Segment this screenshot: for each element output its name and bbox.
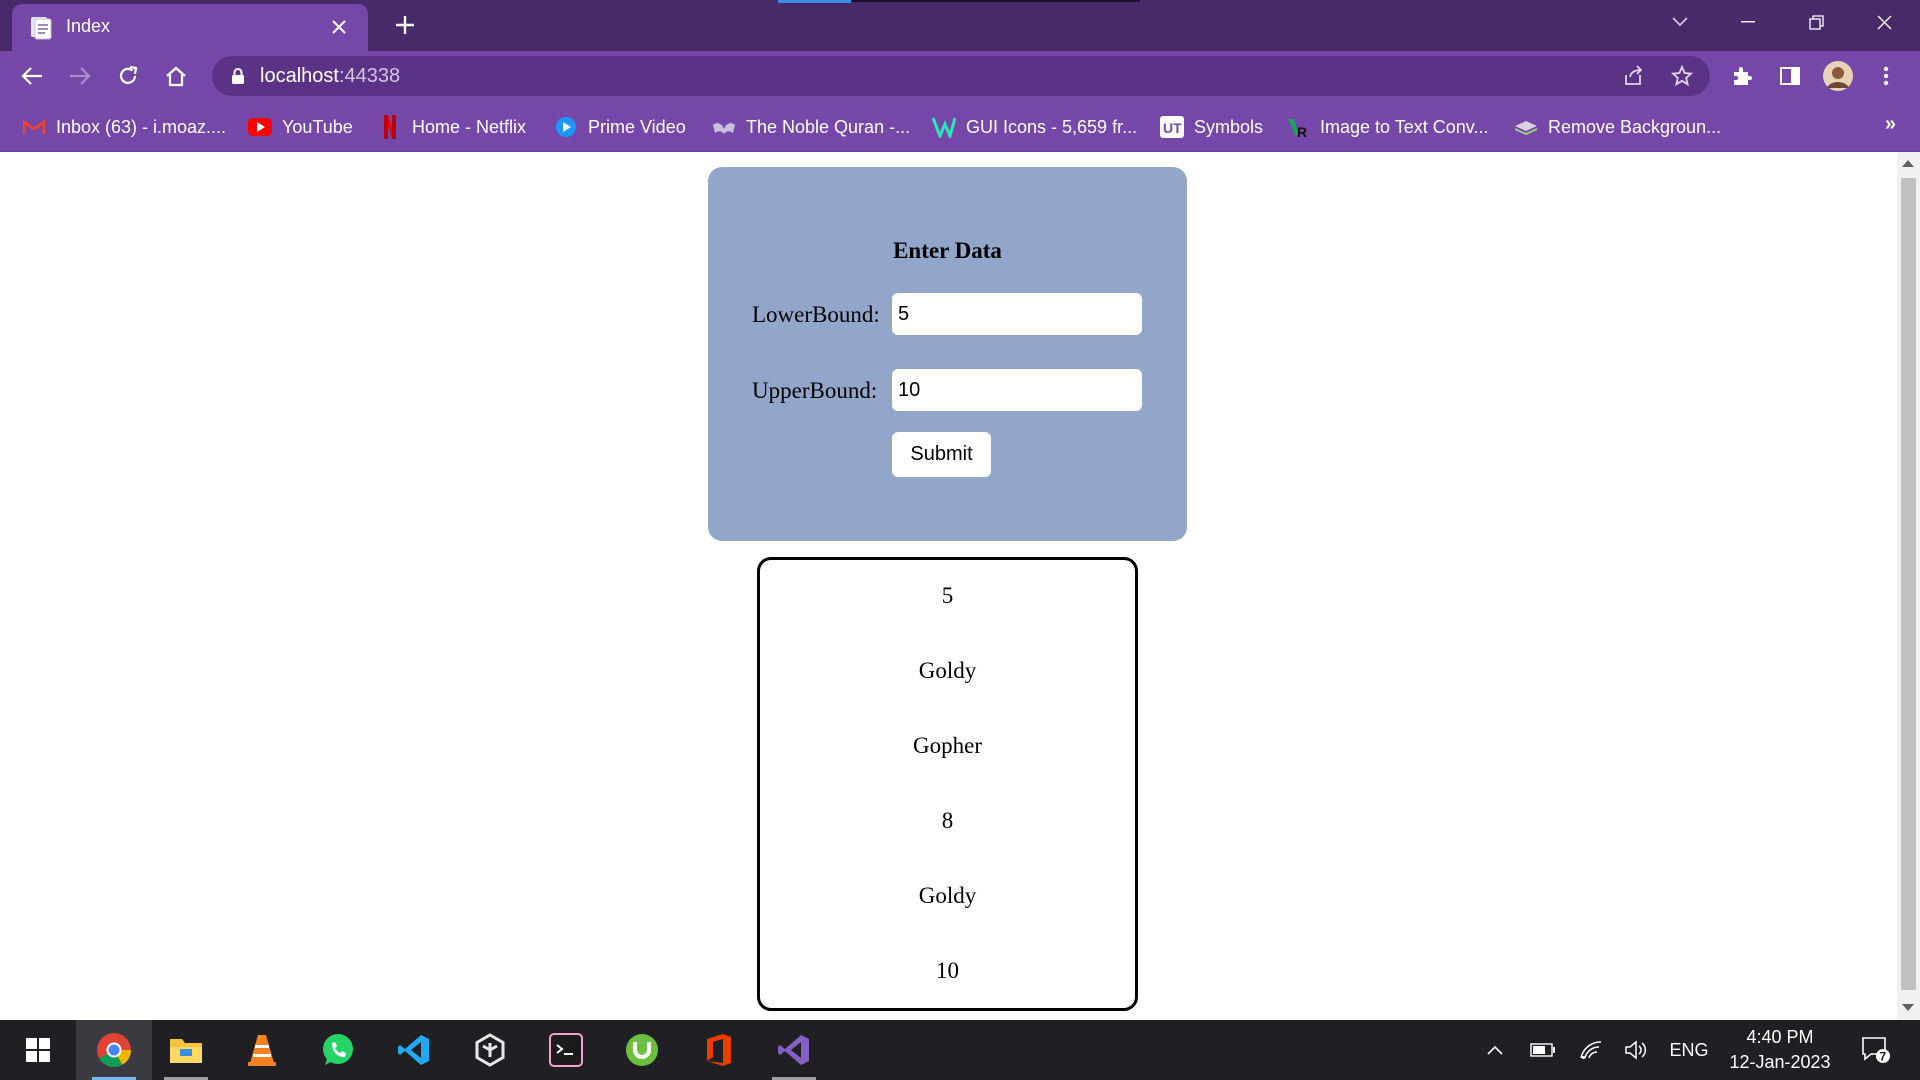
bookmark-star-icon[interactable]	[1666, 60, 1698, 92]
tab-title: Index	[66, 16, 111, 36]
vertical-scrollbar[interactable]	[1897, 152, 1920, 1020]
scroll-down-icon[interactable]	[1902, 1004, 1914, 1011]
lower-bound-label: LowerBound:	[752, 302, 880, 327]
more-bookmarks-icon[interactable]: »	[1885, 113, 1896, 136]
bookmark-netflix[interactable]: Home - Netflix	[378, 113, 526, 141]
lock-icon	[232, 68, 244, 84]
terminal-icon[interactable]	[528, 1020, 604, 1080]
browser-tab-strip: Index	[0, 0, 1920, 51]
result-item: 8	[941, 808, 954, 833]
address-bar[interactable]: localhost:44338	[212, 56, 1710, 96]
menu-icon[interactable]	[1868, 58, 1904, 94]
bookmark-label: Prime Video	[588, 116, 686, 137]
bookmark-symbols[interactable]: UT Symbols	[1160, 113, 1263, 141]
form-title: Enter Data	[893, 238, 1002, 263]
ut-icon: UT	[1160, 115, 1184, 139]
lower-bound-input[interactable]	[892, 293, 1142, 335]
forward-button[interactable]	[62, 58, 98, 94]
notification-center-icon[interactable]: 7	[1856, 1034, 1896, 1066]
whatsapp-icon[interactable]	[300, 1020, 376, 1080]
bookmark-label: Remove Backgroun...	[1548, 116, 1722, 137]
vscode-icon[interactable]	[376, 1020, 452, 1080]
clock-date: 12-Jan-2023	[1729, 1052, 1831, 1072]
chrome-icon[interactable]	[76, 1020, 152, 1080]
upper-bound-label: UpperBound:	[752, 378, 878, 403]
bookmark-inbox[interactable]: Inbox (63) - i.moaz....	[22, 113, 226, 141]
gui-icons-icon	[932, 115, 956, 139]
tab-index[interactable]: Index	[12, 4, 368, 51]
bookmark-label: Symbols	[1194, 116, 1264, 137]
extensions-icon[interactable]	[1724, 58, 1760, 94]
loading-indicator	[778, 0, 851, 3]
notification-count: 7	[1880, 1050, 1887, 1064]
bookmark-label: YouTube	[282, 116, 353, 137]
browser-toolbar: localhost:44338	[0, 51, 1920, 101]
gmail-icon	[22, 115, 46, 139]
bookmark-prime-video[interactable]: Prime Video	[554, 113, 686, 141]
battery-icon[interactable]	[1526, 1034, 1560, 1066]
close-window-button[interactable]	[1850, 0, 1918, 44]
reload-button[interactable]	[110, 58, 146, 94]
tab-search-icon[interactable]	[1646, 0, 1714, 44]
remove-bg-icon	[1514, 115, 1538, 139]
input-language[interactable]: ENG	[1664, 1034, 1714, 1066]
unity-icon[interactable]	[452, 1020, 528, 1080]
url-text[interactable]: localhost:44338	[260, 65, 400, 88]
result-item: Goldy	[918, 658, 977, 683]
visual-studio-icon[interactable]	[756, 1020, 832, 1080]
windows-start-icon[interactable]	[0, 1020, 76, 1080]
scrollbar-thumb[interactable]	[1901, 178, 1916, 990]
url-port: :44338	[338, 65, 401, 87]
page-content: Enter Data LowerBound: UpperBound: Submi…	[0, 152, 1897, 1020]
bookmark-label: Inbox (63) - i.moaz....	[56, 116, 227, 137]
svg-text:UT: UT	[1163, 120, 1182, 136]
bookmark-label: The Noble Quran -...	[746, 116, 911, 137]
results-list: 5 Goldy Gopher 8 Goldy 10	[757, 557, 1138, 1011]
bookmark-label: Image to Text Conv...	[1320, 116, 1489, 137]
result-item: Gopher	[913, 733, 982, 758]
minimize-button[interactable]	[1714, 0, 1782, 44]
wifi-icon[interactable]	[1574, 1034, 1608, 1066]
url-host: localhost	[260, 65, 339, 87]
file-explorer-icon[interactable]	[148, 1020, 224, 1080]
svg-text:R: R	[1297, 124, 1307, 139]
home-button[interactable]	[158, 58, 194, 94]
scroll-up-icon[interactable]	[1902, 160, 1914, 167]
netflix-icon	[378, 115, 402, 139]
bookmark-remove-background[interactable]: Remove Backgroun...	[1514, 113, 1721, 141]
bookmark-gui-icons[interactable]: GUI Icons - 5,659 fr...	[932, 113, 1137, 141]
clock-time: 4:40 PM	[1746, 1027, 1814, 1047]
utorrent-icon[interactable]	[604, 1020, 680, 1080]
result-item: 5	[941, 583, 954, 608]
youtube-icon	[248, 115, 272, 139]
result-item: 10	[936, 958, 959, 983]
system-clock[interactable]: 4:40 PM 12-Jan-2023	[1720, 1025, 1840, 1075]
page-icon	[31, 17, 52, 40]
volume-icon[interactable]	[1620, 1034, 1654, 1066]
bookmark-noble-quran[interactable]: The Noble Quran -...	[712, 113, 910, 141]
result-item: Goldy	[918, 883, 977, 908]
vlc-icon[interactable]	[224, 1020, 300, 1080]
new-tab-button[interactable]	[388, 8, 422, 42]
quran-icon	[712, 115, 736, 139]
share-icon[interactable]	[1618, 60, 1650, 92]
restore-button[interactable]	[1782, 0, 1850, 44]
windows-taskbar: ENG 4:40 PM 12-Jan-2023 7	[0, 1020, 1920, 1080]
bookmarks-bar: Inbox (63) - i.moaz.... YouTube Home - N…	[0, 101, 1920, 152]
image-to-text-icon: R	[1286, 115, 1310, 139]
tab-close-icon[interactable]	[324, 12, 354, 42]
profile-avatar[interactable]	[1820, 58, 1856, 94]
bookmark-youtube[interactable]: YouTube	[248, 113, 353, 141]
office-icon[interactable]	[680, 1020, 756, 1080]
show-hidden-icons[interactable]	[1480, 1034, 1510, 1066]
submit-button[interactable]: Submit	[892, 432, 991, 477]
side-panel-icon[interactable]	[1772, 58, 1808, 94]
prime-video-icon	[554, 115, 578, 139]
back-button[interactable]	[14, 58, 50, 94]
bookmark-label: Home - Netflix	[412, 116, 527, 137]
bookmark-label: GUI Icons - 5,659 fr...	[966, 116, 1138, 137]
bookmark-image-to-text[interactable]: R Image to Text Conv...	[1286, 113, 1488, 141]
data-entry-form: Enter Data LowerBound: UpperBound: Submi…	[708, 167, 1187, 541]
upper-bound-input[interactable]	[892, 369, 1142, 411]
